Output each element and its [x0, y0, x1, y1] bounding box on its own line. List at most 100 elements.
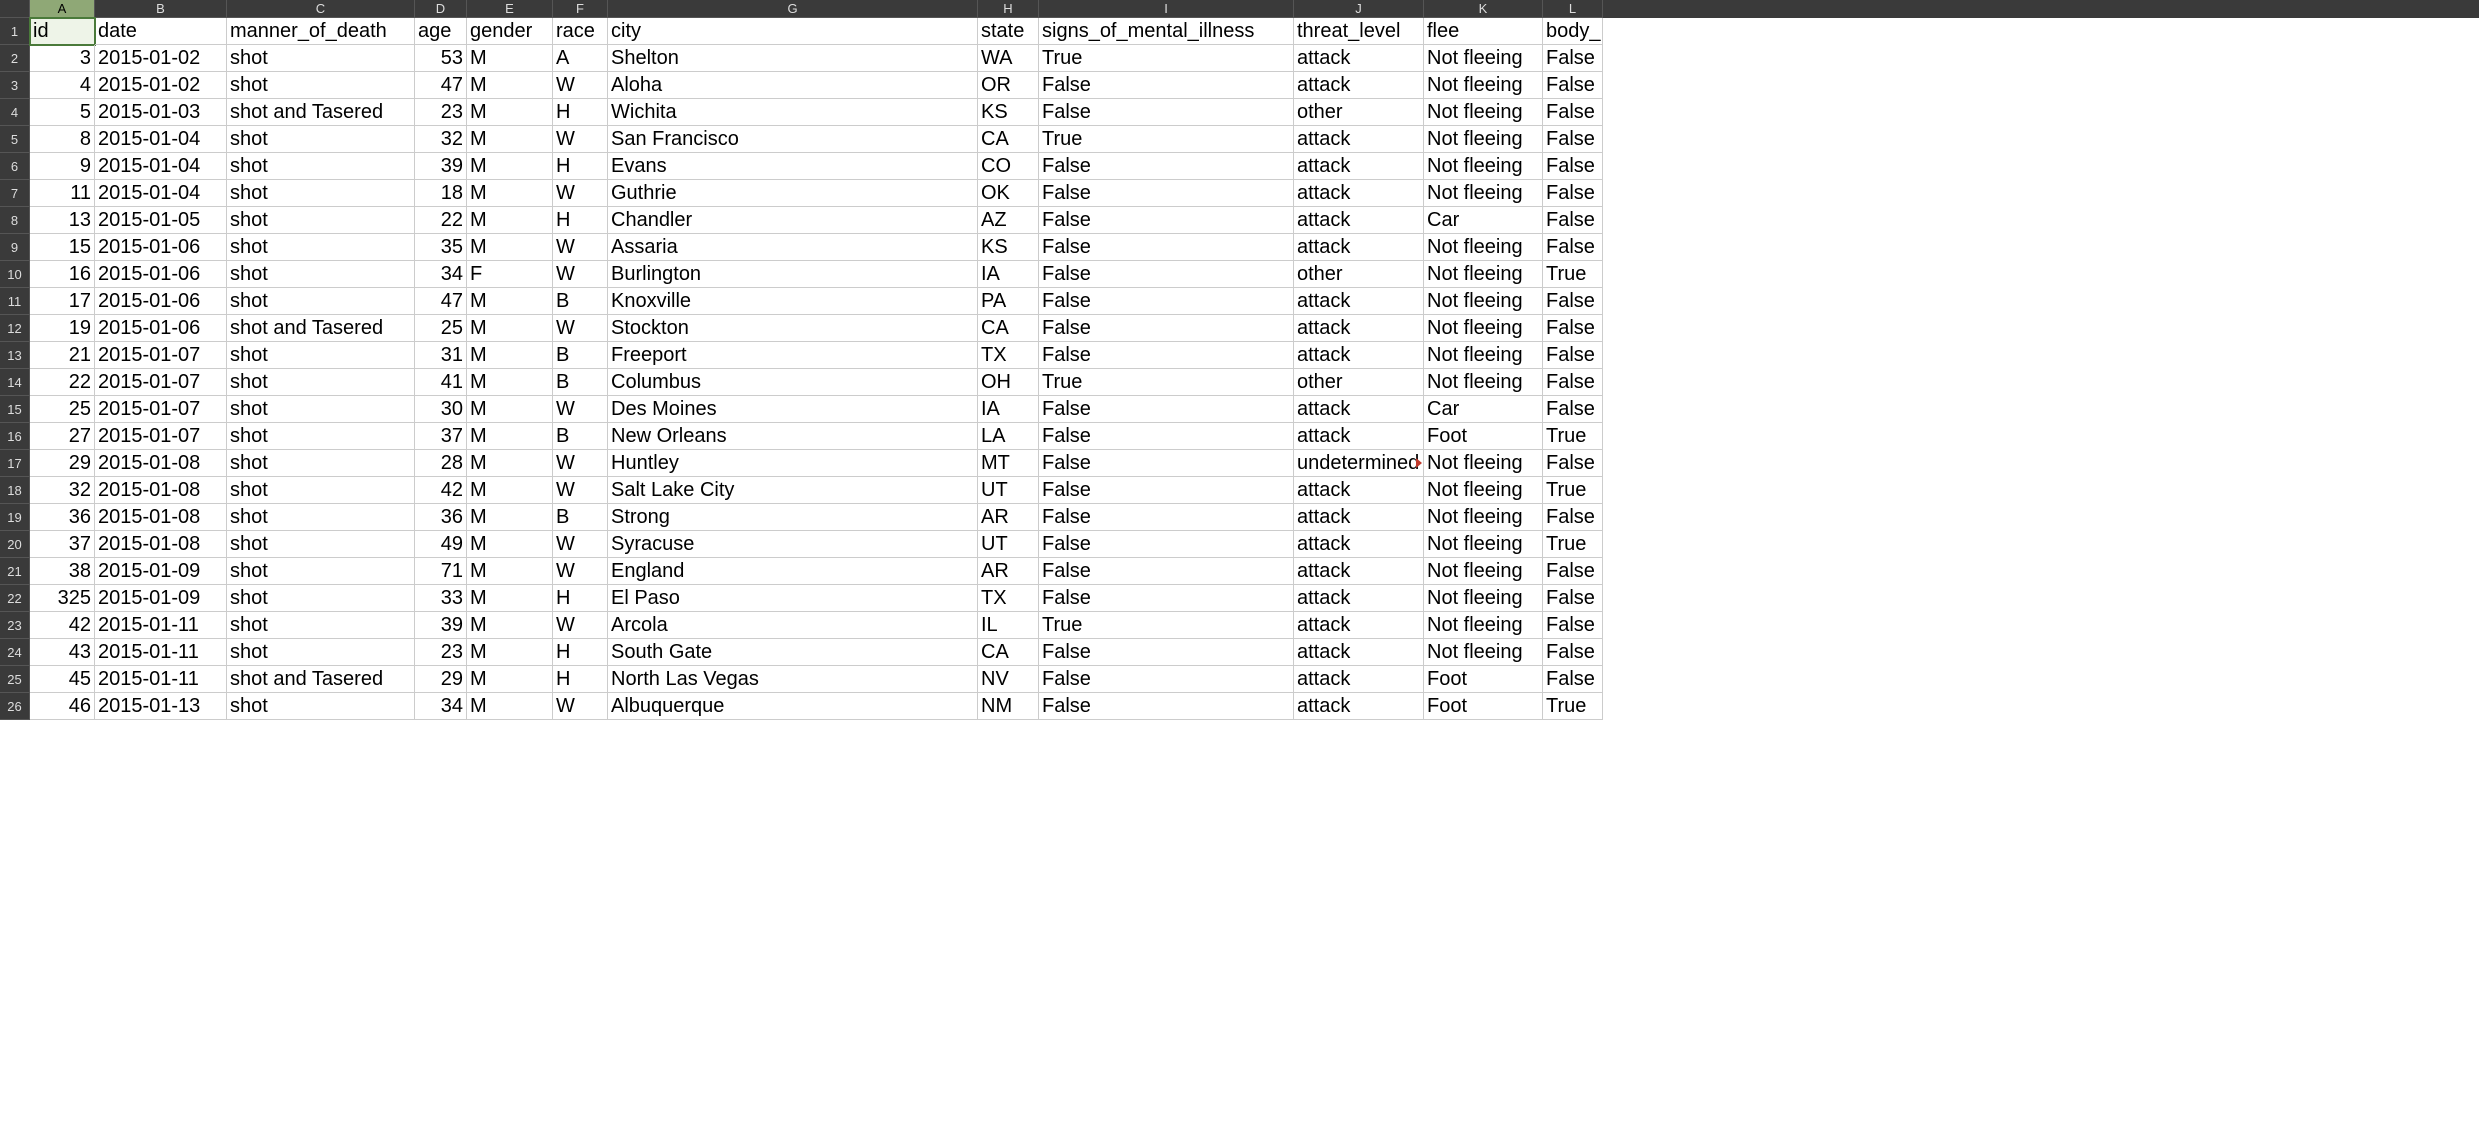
- cell[interactable]: CA: [978, 315, 1039, 342]
- cell[interactable]: False: [1039, 207, 1294, 234]
- cell[interactable]: False: [1543, 396, 1603, 423]
- cell[interactable]: False: [1543, 207, 1603, 234]
- cell[interactable]: 2015-01-07: [95, 342, 227, 369]
- column-header-D[interactable]: D: [415, 0, 467, 18]
- cell[interactable]: New Orleans: [608, 423, 978, 450]
- cell[interactable]: M: [467, 126, 553, 153]
- cell[interactable]: San Francisco: [608, 126, 978, 153]
- cell[interactable]: AZ: [978, 207, 1039, 234]
- row-header-26[interactable]: 26: [0, 693, 30, 720]
- cell[interactable]: Chandler: [608, 207, 978, 234]
- cell[interactable]: 9: [30, 153, 95, 180]
- cell[interactable]: attack: [1294, 207, 1424, 234]
- cell[interactable]: 32: [415, 126, 467, 153]
- cell[interactable]: Not fleeing: [1424, 504, 1543, 531]
- cell[interactable]: 36: [30, 504, 95, 531]
- cell[interactable]: shot: [227, 153, 415, 180]
- cell[interactable]: Stockton: [608, 315, 978, 342]
- cell[interactable]: 47: [415, 72, 467, 99]
- cell[interactable]: attack: [1294, 585, 1424, 612]
- cell[interactable]: shot: [227, 207, 415, 234]
- cell[interactable]: attack: [1294, 126, 1424, 153]
- cell[interactable]: False: [1039, 531, 1294, 558]
- cell[interactable]: city: [608, 18, 978, 45]
- cell[interactable]: False: [1039, 99, 1294, 126]
- cell[interactable]: shot: [227, 504, 415, 531]
- cell[interactable]: 2015-01-07: [95, 369, 227, 396]
- cell[interactable]: False: [1039, 639, 1294, 666]
- cell[interactable]: Knoxville: [608, 288, 978, 315]
- cell[interactable]: 2015-01-06: [95, 261, 227, 288]
- cell[interactable]: other: [1294, 369, 1424, 396]
- row-header-16[interactable]: 16: [0, 423, 30, 450]
- cell[interactable]: Not fleeing: [1424, 261, 1543, 288]
- cell[interactable]: Evans: [608, 153, 978, 180]
- cell[interactable]: 28: [415, 450, 467, 477]
- cell[interactable]: 2015-01-08: [95, 504, 227, 531]
- cell[interactable]: M: [467, 315, 553, 342]
- cell[interactable]: M: [467, 99, 553, 126]
- cell[interactable]: 23: [415, 639, 467, 666]
- cell[interactable]: 2015-01-07: [95, 423, 227, 450]
- cell[interactable]: False: [1543, 180, 1603, 207]
- cell[interactable]: 35: [415, 234, 467, 261]
- cell[interactable]: attack: [1294, 693, 1424, 720]
- cell[interactable]: shot: [227, 234, 415, 261]
- cell[interactable]: 42: [30, 612, 95, 639]
- cell[interactable]: False: [1543, 315, 1603, 342]
- select-all-corner[interactable]: [0, 0, 30, 18]
- cell[interactable]: 2015-01-06: [95, 234, 227, 261]
- column-header-J[interactable]: J: [1294, 0, 1424, 18]
- cell[interactable]: undetermined: [1294, 450, 1424, 477]
- cell[interactable]: H: [553, 585, 608, 612]
- cell[interactable]: 5: [30, 99, 95, 126]
- cell[interactable]: M: [467, 207, 553, 234]
- cell[interactable]: False: [1039, 261, 1294, 288]
- cell[interactable]: M: [467, 693, 553, 720]
- row-header-22[interactable]: 22: [0, 585, 30, 612]
- cell[interactable]: Not fleeing: [1424, 612, 1543, 639]
- row-header-19[interactable]: 19: [0, 504, 30, 531]
- cell[interactable]: W: [553, 126, 608, 153]
- cell[interactable]: M: [467, 477, 553, 504]
- cell[interactable]: race: [553, 18, 608, 45]
- cell[interactable]: shot: [227, 126, 415, 153]
- column-header-G[interactable]: G: [608, 0, 978, 18]
- cell[interactable]: H: [553, 207, 608, 234]
- cell[interactable]: attack: [1294, 396, 1424, 423]
- cell[interactable]: B: [553, 423, 608, 450]
- row-header-8[interactable]: 8: [0, 207, 30, 234]
- cell[interactable]: shot: [227, 396, 415, 423]
- cell[interactable]: KS: [978, 99, 1039, 126]
- column-header-I[interactable]: I: [1039, 0, 1294, 18]
- cell[interactable]: signs_of_mental_illness: [1039, 18, 1294, 45]
- cell[interactable]: 71: [415, 558, 467, 585]
- cell[interactable]: Not fleeing: [1424, 234, 1543, 261]
- cell[interactable]: Not fleeing: [1424, 72, 1543, 99]
- cell[interactable]: OR: [978, 72, 1039, 99]
- cell[interactable]: 42: [415, 477, 467, 504]
- cell[interactable]: UT: [978, 531, 1039, 558]
- cell[interactable]: W: [553, 612, 608, 639]
- cell[interactable]: Des Moines: [608, 396, 978, 423]
- cell[interactable]: North Las Vegas: [608, 666, 978, 693]
- cell[interactable]: attack: [1294, 666, 1424, 693]
- cell[interactable]: attack: [1294, 342, 1424, 369]
- cell[interactable]: True: [1039, 369, 1294, 396]
- cell[interactable]: 29: [415, 666, 467, 693]
- cell[interactable]: M: [467, 423, 553, 450]
- cell[interactable]: threat_level: [1294, 18, 1424, 45]
- cell[interactable]: False: [1543, 666, 1603, 693]
- cell[interactable]: M: [467, 558, 553, 585]
- cell[interactable]: 2015-01-06: [95, 315, 227, 342]
- row-header-13[interactable]: 13: [0, 342, 30, 369]
- cell[interactable]: NM: [978, 693, 1039, 720]
- cell[interactable]: W: [553, 477, 608, 504]
- cell[interactable]: True: [1543, 531, 1603, 558]
- row-header-24[interactable]: 24: [0, 639, 30, 666]
- row-header-6[interactable]: 6: [0, 153, 30, 180]
- cell[interactable]: Not fleeing: [1424, 342, 1543, 369]
- cell[interactable]: Not fleeing: [1424, 558, 1543, 585]
- cell[interactable]: South Gate: [608, 639, 978, 666]
- cell[interactable]: W: [553, 261, 608, 288]
